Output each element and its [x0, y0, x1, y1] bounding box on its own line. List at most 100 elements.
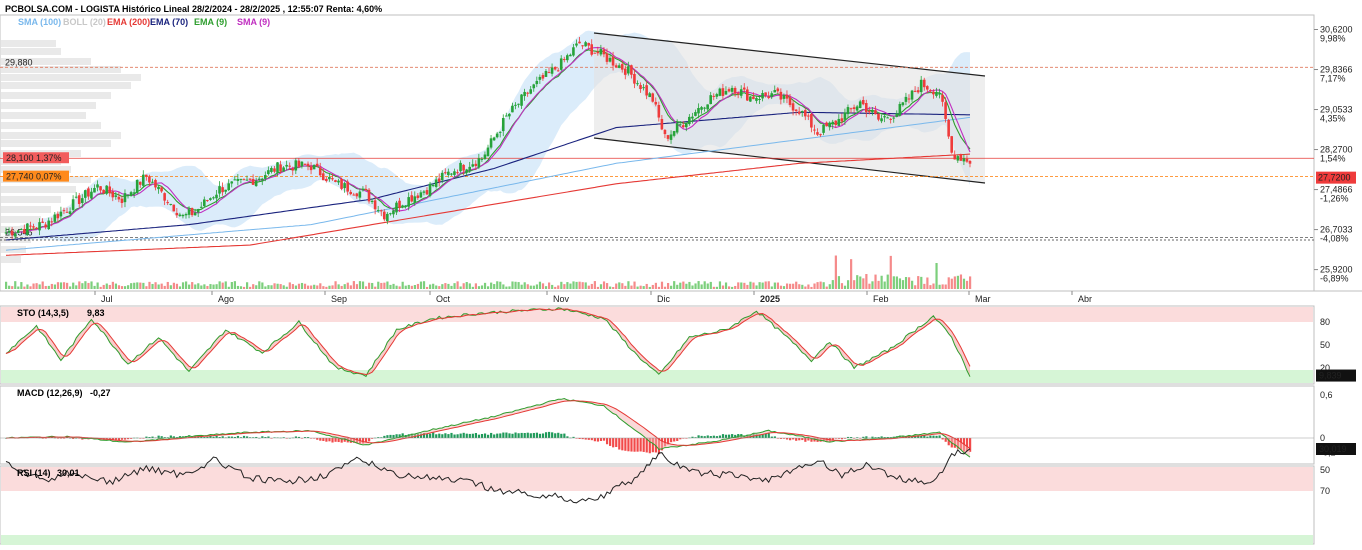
- volume-bar: [816, 282, 819, 289]
- volume-bar: [447, 283, 450, 289]
- month-label: Abr: [1078, 294, 1092, 304]
- volume-bar: [728, 286, 731, 289]
- candle-body: [334, 180, 337, 182]
- candle-body: [343, 183, 346, 189]
- candle-body: [505, 115, 508, 117]
- volume-bar: [410, 285, 413, 289]
- macd-histogram-bar: [490, 432, 493, 438]
- volume-bar: [117, 285, 121, 289]
- candle-body: [938, 93, 941, 95]
- volume-bar: [258, 281, 261, 289]
- candle-body: [874, 110, 877, 115]
- volume-bar: [47, 285, 50, 289]
- volume-bar: [419, 281, 423, 289]
- candle-body: [202, 199, 206, 207]
- candle-body: [425, 190, 429, 195]
- macd-histogram-bar: [242, 435, 246, 438]
- volume-bar: [17, 286, 20, 289]
- volume-bar: [850, 259, 853, 289]
- macd-histogram-bar: [456, 434, 459, 438]
- candle-body: [532, 84, 536, 89]
- volume-bar: [923, 283, 926, 289]
- volume-bar: [264, 286, 267, 289]
- candle-body: [846, 107, 850, 115]
- volume-bar: [343, 284, 346, 289]
- volume-bar: [853, 280, 856, 289]
- price-pct-label: 7,17%: [1320, 74, 1346, 84]
- volume-bar: [947, 277, 950, 289]
- volume-bar: [859, 276, 862, 289]
- candle-body: [663, 129, 667, 135]
- macd-histogram-bar: [471, 433, 474, 438]
- candle-body: [13, 233, 17, 237]
- macd-histogram-bar: [477, 434, 481, 438]
- volume-bar: [563, 284, 566, 289]
- volume-bar: [227, 286, 230, 289]
- candle-body: [953, 154, 957, 160]
- volume-profile-bar: [1, 82, 131, 89]
- macd-histogram-bar: [364, 438, 368, 442]
- candle-body: [16, 230, 20, 233]
- candle-body: [56, 213, 60, 219]
- candle-body: [529, 89, 533, 94]
- candle-body: [32, 226, 35, 228]
- volume-bar: [59, 282, 63, 289]
- candle-body: [132, 192, 136, 194]
- macd-histogram-bar: [487, 434, 490, 438]
- volume-bar: [53, 284, 57, 289]
- volume-bar: [364, 286, 368, 289]
- candle-body: [965, 158, 969, 162]
- candle-body: [245, 179, 249, 181]
- macd-histogram-bar: [624, 438, 627, 451]
- volume-bar: [203, 284, 206, 289]
- volume-bar: [496, 281, 499, 289]
- level-label: 27,740 0,07%: [6, 172, 62, 182]
- sto-overbought-zone: [1, 307, 1313, 322]
- volume-bar: [282, 285, 285, 289]
- volume-bar: [615, 283, 618, 289]
- legend-entry: BOLL (20): [63, 17, 106, 27]
- volume-bar: [221, 282, 224, 289]
- volume-bar: [602, 281, 606, 289]
- macd-histogram-bar: [697, 435, 700, 438]
- volume-bar: [621, 283, 624, 289]
- volume-bar: [917, 276, 920, 289]
- candle-body: [925, 86, 929, 90]
- candle-body: [935, 92, 938, 96]
- volume-bar: [605, 283, 609, 289]
- candle-body: [733, 87, 737, 94]
- volume-bar: [398, 286, 401, 289]
- candle-body: [84, 190, 87, 198]
- macd-histogram-bar: [334, 438, 337, 442]
- volume-bar: [807, 284, 810, 289]
- volume-bar: [224, 281, 227, 289]
- volume-bar: [962, 278, 966, 289]
- macd-histogram-bar: [508, 433, 511, 438]
- candle-body: [550, 67, 554, 74]
- candle-body: [38, 222, 41, 231]
- candle-body: [566, 55, 569, 61]
- candle-body: [605, 53, 609, 62]
- candle-body: [404, 205, 407, 207]
- volume-profile-bar: [1, 216, 41, 223]
- macd-histogram-bar: [474, 433, 477, 438]
- candle-body: [864, 103, 868, 113]
- volume-bar: [901, 280, 905, 289]
- candle-body: [382, 211, 386, 220]
- candle-body: [523, 91, 526, 97]
- volume-bar: [487, 286, 490, 289]
- volume-bar: [895, 276, 898, 289]
- volume-bar: [557, 285, 560, 289]
- volume-bar: [673, 281, 676, 289]
- macd-histogram-bar: [435, 434, 438, 438]
- macd-histogram-bar: [636, 438, 639, 452]
- candle-body: [749, 96, 752, 102]
- macd-histogram-bar: [368, 438, 371, 442]
- legend-entry: EMA (70): [150, 17, 188, 27]
- candle-body: [889, 118, 892, 120]
- candle-body: [590, 44, 594, 55]
- volume-bar: [413, 285, 416, 289]
- volume-bar: [599, 284, 603, 289]
- candle-body: [379, 210, 383, 212]
- volume-bar: [239, 286, 243, 289]
